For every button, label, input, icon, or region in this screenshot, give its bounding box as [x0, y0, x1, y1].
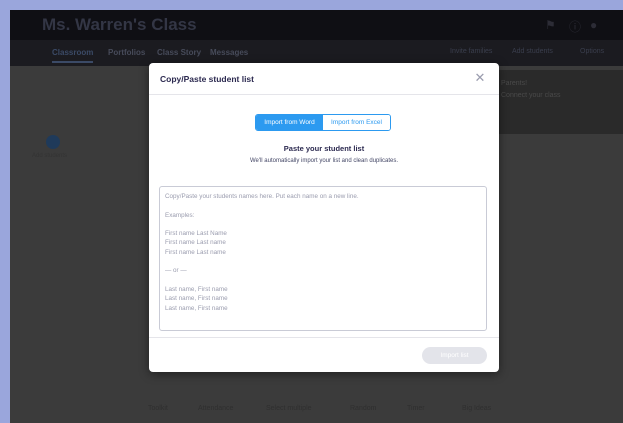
import-source-toggle: Import from Word Import from Excel [255, 114, 391, 131]
toolbar-attendance[interactable]: Attendance [198, 405, 233, 412]
student-list-textarea[interactable]: Copy/Paste your students names here. Put… [159, 186, 487, 331]
toolbar-big-ideas[interactable]: Big Ideas [462, 405, 491, 412]
modal-header: Copy/Paste student list ✕ [149, 63, 499, 95]
toolbar-random[interactable]: Random [350, 405, 376, 412]
banner-line1: Parents! [501, 80, 528, 87]
modal-footer: Import list [149, 337, 499, 372]
tab-portfolios[interactable]: Portfolios [108, 48, 145, 57]
tab-messages[interactable]: Messages [210, 48, 248, 57]
invite-families-link[interactable]: Invite families [450, 48, 492, 55]
class-title[interactable]: Ms. Warren's Class [42, 15, 197, 35]
modal-title: Copy/Paste student list [160, 74, 254, 84]
import-from-excel-tab[interactable]: Import from Excel [323, 115, 390, 130]
toolbar-timer[interactable]: Timer [407, 405, 425, 412]
bottom-toolbar: Toolkit Attendance Select multiple Rando… [10, 397, 623, 423]
top-bar: Ms. Warren's Class ⚑ ⓘ ● [10, 10, 623, 40]
toolbar-toolkit[interactable]: Toolkit [148, 405, 168, 412]
options-link[interactable]: Options [580, 48, 604, 55]
import-list-button[interactable]: Import list [422, 347, 487, 364]
add-students-link[interactable]: Add students [512, 48, 553, 55]
tab-classroom[interactable]: Classroom [52, 48, 94, 63]
banner-line2: Connect your class [501, 92, 561, 99]
toolbar-select-multiple[interactable]: Select multiple [266, 405, 312, 412]
close-icon[interactable]: ✕ [473, 71, 487, 85]
help-icon[interactable]: ⓘ [569, 18, 581, 35]
tab-class-story[interactable]: Class Story [157, 48, 201, 57]
bell-icon[interactable]: ⚑ [545, 18, 556, 32]
add-student-label: Add students [32, 153, 68, 159]
promo-banner: Parents! Connect your class [485, 70, 623, 134]
paste-heading: Paste your student list [283, 144, 365, 153]
paste-subtext: We'll automatically import your list and… [249, 158, 399, 164]
import-from-word-tab[interactable]: Import from Word [256, 115, 323, 130]
copy-paste-modal: Copy/Paste student list ✕ Import from Wo… [149, 63, 499, 372]
add-student-avatar[interactable] [46, 135, 60, 149]
avatar[interactable]: ● [590, 18, 597, 32]
